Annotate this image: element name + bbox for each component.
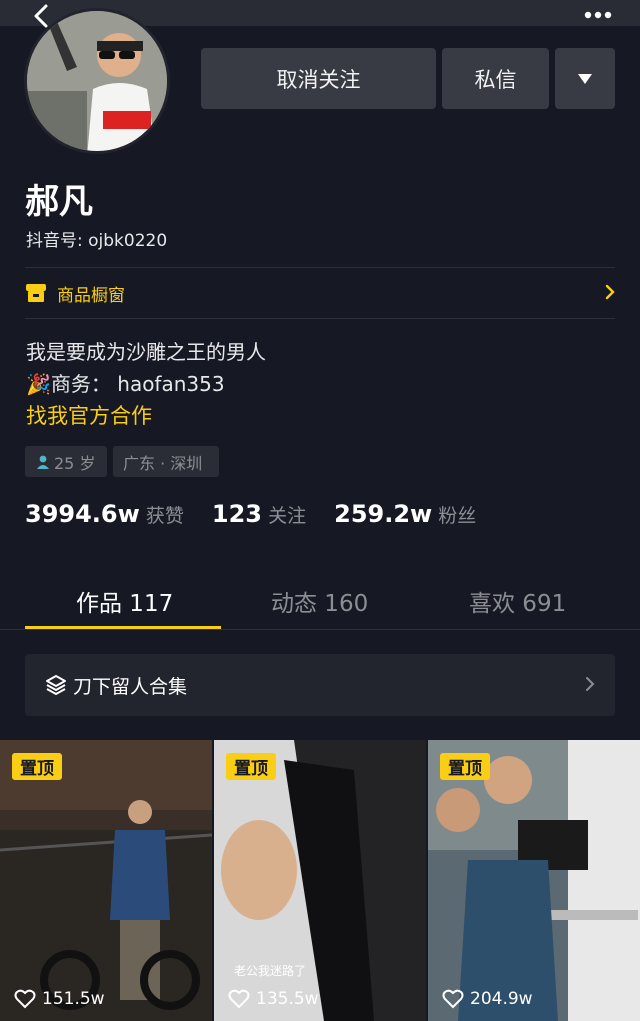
tab-works[interactable]: 作品 117 (76, 584, 173, 618)
heart-icon (442, 989, 464, 1009)
followers-value: 259.2w (334, 500, 433, 528)
unfollow-button[interactable]: 取消关注 (201, 48, 436, 109)
collection-label: 刀下留人合集 (73, 675, 188, 698)
age-tag: 25 岁 (25, 446, 107, 477)
video-likes: 151.5w (14, 989, 105, 1009)
chevron-right-icon (586, 677, 595, 691)
likes-value: 3994.6w (25, 500, 140, 528)
following-stat[interactable]: 123 关注 (212, 500, 307, 528)
pinned-badge: 置顶 (226, 753, 276, 780)
bio-business-text: 商务： haofan353 (50, 372, 225, 396)
profile-name: 郝凡 (25, 182, 93, 222)
dropdown-button[interactable] (555, 48, 615, 109)
heart-icon (14, 989, 36, 1009)
bio-business: 🎉商务： haofan353 (26, 368, 225, 397)
avatar[interactable] (24, 8, 170, 154)
pinned-badge: 置顶 (12, 753, 62, 780)
likes-label: 获赞 (145, 505, 184, 527)
shop-icon (26, 284, 46, 302)
tab-likes[interactable]: 喜欢 691 (469, 584, 566, 618)
likes-stat[interactable]: 3994.6w 获赞 (25, 500, 184, 528)
video-thumbnail[interactable]: 置顶 151.5w (0, 740, 212, 1021)
more-icon[interactable] (578, 4, 618, 26)
video-thumbnail[interactable]: 置顶 老公我迷路了 135.5w (214, 740, 426, 1021)
profile-uid: 抖音号: ojbk0220 (26, 231, 168, 251)
heart-icon (228, 989, 250, 1009)
video-thumbnail[interactable]: 置顶 204.9w (428, 740, 640, 1021)
video-likes: 135.5w (228, 989, 319, 1009)
video-likes-count: 135.5w (256, 989, 319, 1009)
video-cover (0, 740, 212, 1021)
location-tag: 广东 · 深圳 (113, 446, 219, 477)
person-icon (37, 455, 49, 469)
content-tabs: 作品 117 动态 160 喜欢 691 (0, 570, 640, 630)
tab-posts[interactable]: 动态 160 (271, 584, 368, 618)
bio-line: 我是要成为沙雕之王的男人 (26, 340, 266, 364)
following-label: 关注 (268, 505, 307, 527)
followers-label: 粉丝 (438, 505, 477, 527)
shop-window-row[interactable]: 商品橱窗 (25, 268, 615, 318)
video-grid: 置顶 151.5w 置顶 老公我迷路了 135.5w 置顶 204.9w (0, 740, 640, 1021)
official-cooperation-link[interactable]: 找我官方合作 (26, 400, 152, 430)
following-value: 123 (211, 500, 263, 528)
video-caption: 老公我迷路了 (234, 964, 307, 978)
video-cover (428, 740, 640, 1021)
location-label: 广东 · 深圳 (123, 453, 203, 473)
stats-row: 3994.6w 获赞 123 关注 259.2w 粉丝 (25, 500, 498, 528)
collection-row[interactable]: 刀下留人合集 (25, 654, 615, 716)
shop-window-label: 商品橱窗 (57, 285, 125, 306)
triangle-down-icon (578, 73, 592, 84)
video-likes: 204.9w (442, 989, 533, 1009)
pinned-badge: 置顶 (440, 753, 490, 780)
active-tab-indicator (25, 626, 221, 629)
video-likes-count: 151.5w (42, 989, 105, 1009)
divider (25, 318, 615, 319)
age-label: 25 岁 (54, 453, 96, 473)
party-popper-icon: 🎉 (26, 372, 51, 396)
chevron-right-icon (605, 284, 615, 300)
message-button[interactable]: 私信 (442, 48, 549, 109)
video-likes-count: 204.9w (470, 989, 533, 1009)
layers-icon (46, 675, 66, 695)
followers-stat[interactable]: 259.2w 粉丝 (334, 500, 477, 528)
